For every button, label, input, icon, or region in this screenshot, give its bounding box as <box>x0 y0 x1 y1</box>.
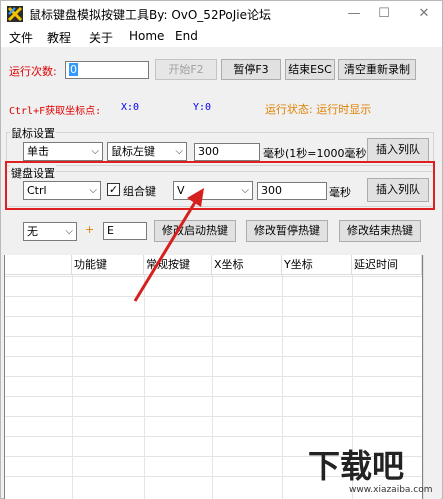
column-header-x[interactable]: X坐标 <box>212 255 282 275</box>
maximize-button[interactable]: ☐ <box>369 1 399 27</box>
modify-pause-hotkey-button[interactable]: 修改暂停热键 <box>246 220 328 242</box>
column-header-delay[interactable]: 延迟时间 <box>352 255 422 275</box>
title-bar[interactable]: 鼠标键盘模拟按键工具By: OvO_52PoJie论坛 — ☐ ✕ <box>1 1 442 27</box>
app-icon <box>7 6 23 22</box>
mouse-delay-input[interactable]: 300 <box>194 143 260 161</box>
start-button[interactable]: 开始F2 <box>155 59 217 80</box>
menu-tutorial[interactable]: 教程 <box>47 29 71 46</box>
y-coordinate-readout: Y:0 <box>193 102 212 113</box>
column-header-function-key[interactable]: 功能键 <box>72 255 144 275</box>
x-coordinate-readout: X:0 <box>121 102 140 113</box>
run-count-label: 运行次数: <box>9 65 57 78</box>
end-button[interactable]: 结束ESC <box>285 59 335 80</box>
run-count-input[interactable]: 0 <box>65 61 149 79</box>
mouse-insert-queue-button[interactable]: 插入列队 <box>367 138 429 162</box>
chevron-down-icon: ⌵ <box>65 226 73 237</box>
menu-end[interactable]: End <box>175 29 198 43</box>
mouse-settings-title: 鼠标设置 <box>10 125 56 141</box>
chevron-down-icon: ⌵ <box>175 146 183 157</box>
mouse-button-value: 鼠标左键 <box>111 145 155 158</box>
modify-start-hotkey-button[interactable]: 修改启动热键 <box>154 220 236 242</box>
watermark-url: www.xiazaiba.com <box>349 485 433 495</box>
run-count-value: 0 <box>69 63 78 76</box>
menu-file[interactable]: 文件 <box>9 29 33 46</box>
vertical-scrollbar[interactable] <box>423 255 441 499</box>
modify-end-hotkey-button[interactable]: 修改结束热键 <box>339 220 421 242</box>
window-title: 鼠标键盘模拟按键工具By: OvO_52PoJie论坛 <box>29 8 271 22</box>
click-type-value: 单击 <box>27 145 49 158</box>
menu-about[interactable]: 关于 <box>89 29 113 46</box>
column-header-normal-key[interactable]: 常规按键 <box>144 255 212 275</box>
minimize-button[interactable]: — <box>339 1 369 27</box>
mouse-button-select[interactable]: 鼠标左键 ⌵ <box>107 142 187 161</box>
menu-bar: 文件 教程 关于 Home End <box>1 27 442 47</box>
run-status-label: 运行状态: 运行时显示 <box>265 103 372 116</box>
click-type-select[interactable]: 单击 ⌵ <box>23 142 103 161</box>
plus-label: + <box>85 223 95 236</box>
coord-hint-label: Ctrl+F获取坐标点: <box>9 106 102 117</box>
close-button[interactable]: ✕ <box>409 1 439 27</box>
table-corner-header <box>5 255 72 275</box>
column-header-y[interactable]: Y坐标 <box>282 255 352 275</box>
app-window: 鼠标键盘模拟按键工具By: OvO_52PoJie论坛 — ☐ ✕ 文件 教程 … <box>0 0 443 499</box>
pause-button[interactable]: 暂停F3 <box>221 59 281 80</box>
highlight-box <box>5 161 435 210</box>
hotkey-modifier-value: 无 <box>27 225 38 238</box>
chevron-down-icon: ⌵ <box>91 146 99 157</box>
hotkey-key-input[interactable]: E <box>103 222 147 240</box>
clear-rerecord-button[interactable]: 清空重新录制 <box>338 59 416 80</box>
hotkey-modifier-select[interactable]: 无 ⌵ <box>23 222 77 241</box>
menu-home[interactable]: Home <box>129 29 164 43</box>
watermark-logo: 下载吧 <box>308 447 405 485</box>
mouse-delay-unit-note: 毫秒(1秒=1000毫秒 <box>263 147 367 160</box>
